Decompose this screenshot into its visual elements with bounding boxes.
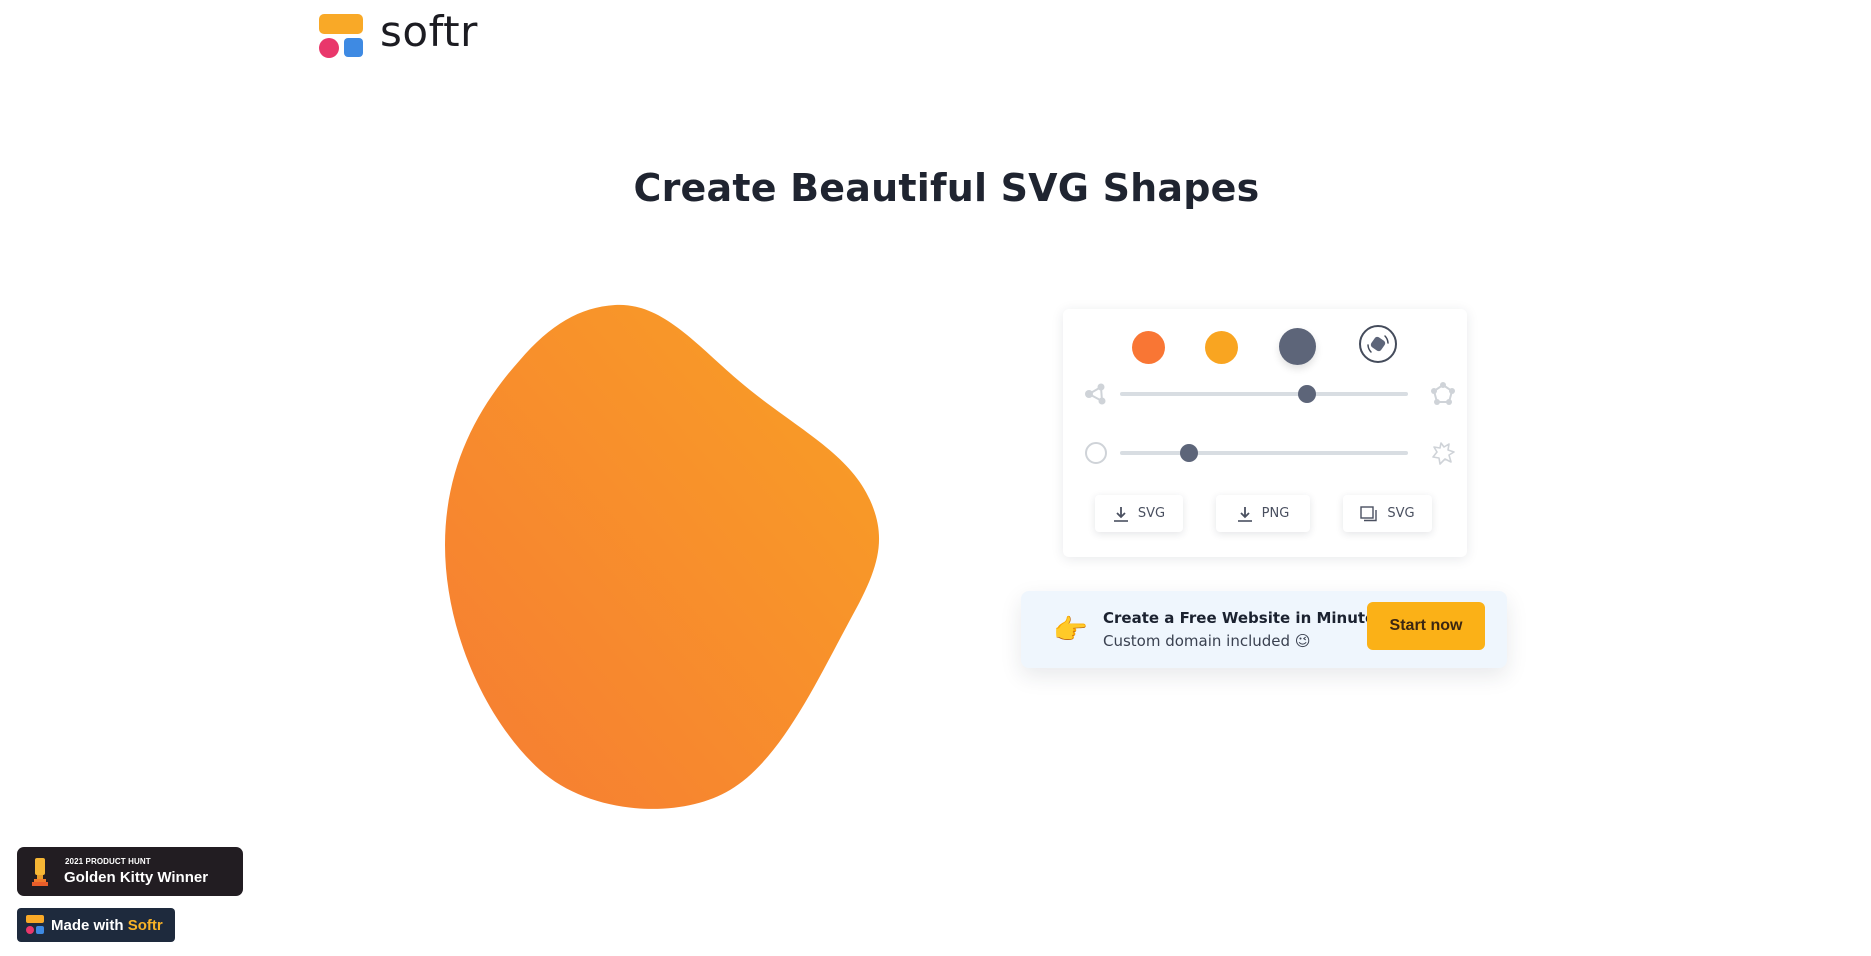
splat-shape-icon [1432,442,1455,465]
pointing-hand-icon: 👉 [1053,613,1088,646]
blob-path [445,304,880,809]
softr-logo-mark-icon [26,915,44,935]
randomize-button[interactable] [1359,325,1397,363]
contrast-slider[interactable] [1120,444,1408,462]
cta-title: Create a Free Website in Minutes [1103,609,1385,627]
product-hunt-year: 2021 PRODUCT HUNT [65,857,151,866]
download-svg-label: SVG [1137,506,1166,521]
color-swatch-orange[interactable] [1132,331,1165,364]
product-hunt-badge[interactable]: 2021 PRODUCT HUNT Golden Kitty Winner [17,847,243,896]
start-now-button[interactable]: Start now [1367,602,1485,650]
copy-svg-button[interactable]: SVG [1343,495,1432,532]
color-swatch-yellow[interactable] [1205,331,1238,364]
triangle-nodes-icon [1085,383,1106,405]
complexity-slider-thumb[interactable] [1298,385,1317,403]
download-icon [1113,506,1128,522]
shape-controls-card: SVG PNG SVG [1063,309,1467,557]
product-hunt-title: Golden Kitty Winner [64,869,209,886]
pentagon-nodes-icon [1431,382,1455,405]
softr-logo[interactable]: softr [319,7,478,58]
made-with-prefix: Made with [51,916,124,934]
blob-shape [445,304,880,809]
download-svg-button[interactable]: SVG [1095,495,1183,532]
color-swatch-slate[interactable] [1279,328,1316,365]
copy-svg-label: SVG [1387,506,1415,521]
contrast-slider-row [1083,441,1455,465]
softr-logo-mark-icon [319,12,363,58]
trophy-icon [32,858,48,886]
circle-outline-icon [1085,442,1107,464]
download-png-button[interactable]: PNG [1216,495,1310,532]
complexity-slider-row [1083,382,1455,406]
copy-icon [1360,505,1378,521]
page-title: Create Beautiful SVG Shapes [633,166,1260,210]
dice-random-icon [1367,335,1389,353]
logo-text: softr [380,7,478,56]
download-icon [1237,506,1252,522]
download-png-label: PNG [1261,506,1290,521]
cta-banner: 👉 Create a Free Website in Minutes Custo… [1021,591,1507,668]
made-with-softr-badge[interactable]: Made with Softr [17,908,175,942]
made-with-brand: Softr [127,916,163,934]
cta-subtitle: Custom domain included 😉 [1103,632,1311,650]
made-with-label: Made with Softr [51,917,163,934]
complexity-slider[interactable] [1120,385,1408,403]
blob-preview [430,290,900,820]
contrast-slider-thumb[interactable] [1180,444,1199,462]
